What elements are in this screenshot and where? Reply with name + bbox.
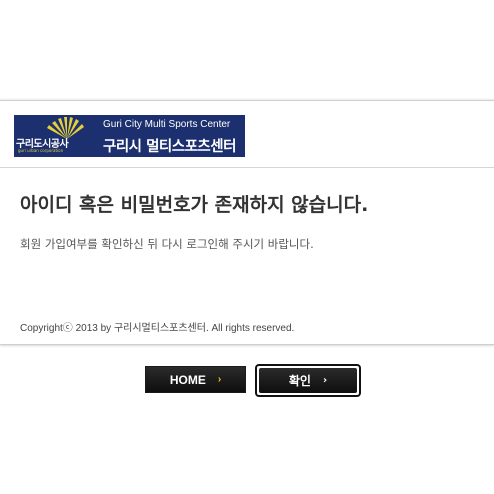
home-button[interactable]: HOME › [145,366,246,393]
chevron-right-icon: › [217,374,222,385]
center-name-ko: 구리시 멀티스포츠센터 [103,139,236,155]
chevron-right-icon: › [322,375,328,386]
center-logo[interactable]: 구리도시공사 guri urban corporation Guri City … [14,115,245,157]
home-button-label: HOME [169,372,206,387]
header-band: 구리도시공사 guri urban corporation Guri City … [0,101,494,168]
message-panel: 구리도시공사 guri urban corporation Guri City … [0,100,494,345]
confirm-button-label: 확인 [288,374,311,388]
confirm-button-face: 확인 › [259,368,357,393]
confirm-button[interactable]: 확인 › [255,364,361,397]
org-subtitle: guri urban corporation [18,148,64,153]
copyright-text: Copyrightⓒ 2013 by 구리시멀티스포츠센터. All right… [20,323,295,334]
error-title: 아이디 혹은 비밀번호가 존재하지 않습니다. [20,194,369,216]
error-message: 회원 가입여부를 확인하신 뒤 다시 로그인해 주시기 바랍니다. [20,237,314,251]
center-name-en: Guri City Multi Sports Center [103,119,231,130]
